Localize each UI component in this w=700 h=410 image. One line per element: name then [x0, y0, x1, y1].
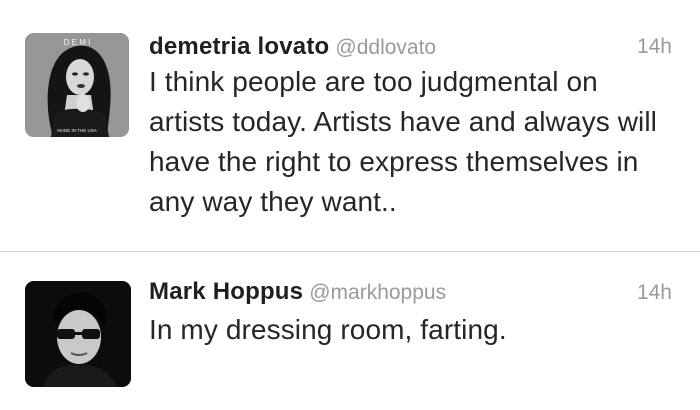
avatar[interactable]: D E M I MADE IN THE USA [25, 33, 129, 137]
tweet-text: I think people are too judgmental on art… [149, 66, 657, 217]
tweet-feed: D E M I MADE IN THE USA demetria lovato @… [0, 0, 700, 410]
timestamp: 14h [636, 35, 672, 58]
sunglasses-portrait-avatar [25, 281, 131, 387]
display-name[interactable]: demetria lovato [149, 33, 329, 60]
user-handle[interactable]: @ddlovato [335, 36, 436, 59]
demi-album-cover-avatar: D E M I MADE IN THE USA [25, 33, 129, 137]
tweet-header: Mark Hoppus @markhoppus [149, 278, 446, 310]
user-handle[interactable]: @markhoppus [309, 281, 446, 304]
tweet-header: demetria lovato @ddlovato [149, 33, 436, 65]
avatar[interactable] [25, 281, 131, 387]
avatar-text-top: D E M I [64, 38, 91, 47]
timestamp: 14h [636, 281, 672, 304]
tweet[interactable]: Mark Hoppus @markhoppus 14h In my dressin… [0, 252, 700, 410]
display-name[interactable]: Mark Hoppus [149, 278, 303, 305]
avatar-text-bottom: MADE IN THE USA [57, 128, 96, 133]
tweet[interactable]: D E M I MADE IN THE USA demetria lovato @… [0, 0, 700, 251]
tweet-text: In my dressing room, farting. [149, 314, 507, 345]
